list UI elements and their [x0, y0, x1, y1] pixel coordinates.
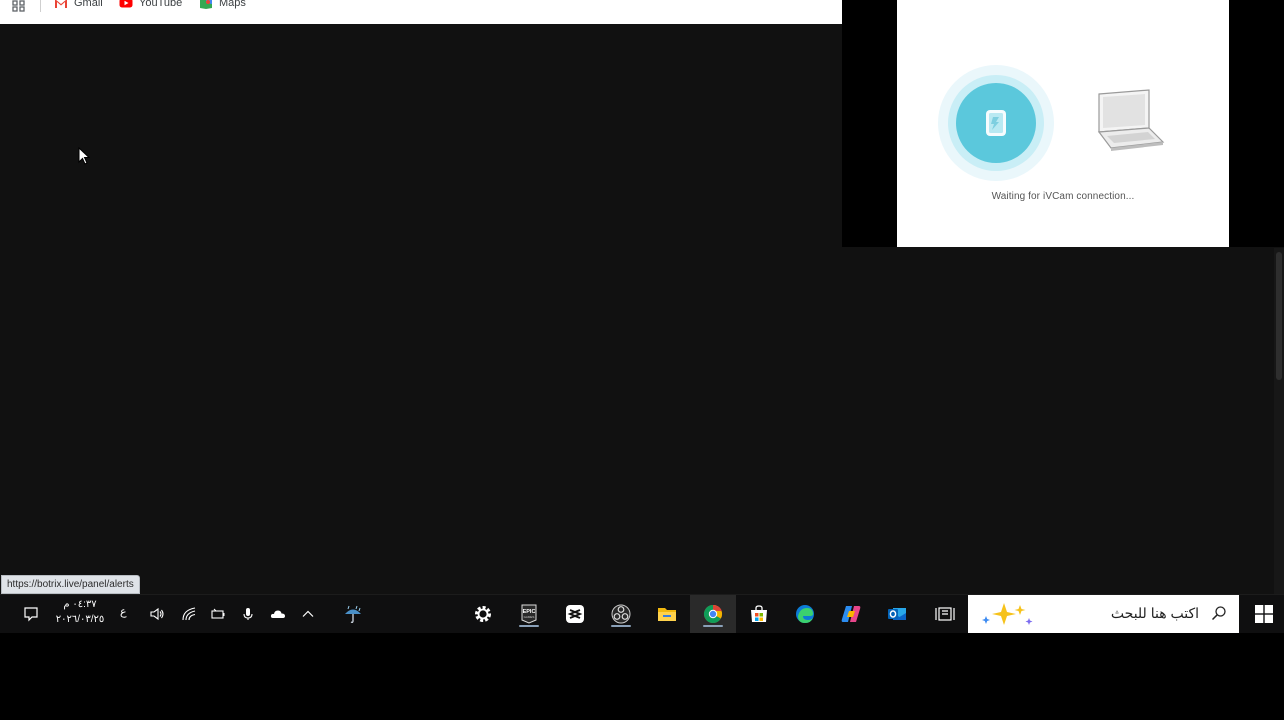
- microsoft-store-icon: [751, 605, 767, 622]
- page-scrollbar-thumb[interactable]: [1276, 252, 1282, 380]
- weather-widget[interactable]: [339, 601, 367, 627]
- clock-time: ٠٤:٣٧ م: [63, 599, 97, 610]
- sparkles-icon: [982, 603, 1033, 625]
- taskbar-app-capcut[interactable]: [561, 601, 589, 627]
- file-explorer-icon: [658, 608, 676, 621]
- taskbar-app-copilot[interactable]: [837, 601, 865, 627]
- network-button[interactable]: [175, 601, 203, 627]
- bookmark-label: Maps: [219, 0, 246, 9]
- edge-icon: [796, 605, 814, 623]
- capcut-icon: [566, 605, 584, 623]
- epic-games-icon: EPIC GAMES: [521, 604, 537, 624]
- onedrive-icon: [270, 610, 285, 618]
- weather-icon: [345, 605, 361, 623]
- svg-text:GAMES: GAMES: [524, 615, 535, 619]
- taskbar-app-edge[interactable]: [791, 601, 819, 627]
- windows-logo-icon: [1254, 605, 1273, 623]
- volume-button[interactable]: [143, 601, 171, 627]
- chrome-icon: [703, 604, 723, 624]
- microphone-icon: [243, 608, 253, 620]
- running-indicator: [703, 625, 723, 627]
- settings-icon: [475, 606, 491, 622]
- input-language-indicator[interactable]: ع: [120, 605, 127, 618]
- bookmarks-bar: Gmail YouTube Maps: [0, 0, 842, 24]
- battery-icon: [211, 608, 225, 619]
- bookmark-maps[interactable]: Maps: [199, 0, 246, 9]
- laptop-icon: [1097, 89, 1165, 151]
- gmail-icon: [55, 0, 67, 8]
- taskbar-app-epic-games[interactable]: EPIC GAMES: [515, 601, 543, 627]
- outlook-icon: [888, 608, 906, 620]
- apps-grid-icon[interactable]: [12, 0, 26, 12]
- bookmark-label: Gmail: [74, 0, 103, 9]
- volume-icon: [150, 607, 164, 621]
- taskbar-app-file-explorer[interactable]: [653, 601, 681, 627]
- taskbar-app-chrome[interactable]: [699, 601, 727, 627]
- notification-icon: [24, 607, 38, 622]
- clock-date: ٢٠٢٦/٠٣/٢٥: [55, 614, 105, 625]
- taskbar-app-obs[interactable]: [607, 601, 635, 627]
- start-button[interactable]: [1243, 595, 1284, 633]
- ivcam-window: Waiting for iVCam connection...: [897, 0, 1229, 247]
- obs-icon: [611, 604, 631, 624]
- taskbar-search-box[interactable]: اكتب هنا للبحث: [968, 595, 1239, 633]
- taskbar: ٠٤:٣٧ م ٢٠٢٦/٠٣/٢٥ ع EPIC GAMES اكتب هنا…: [0, 594, 1284, 633]
- bookmark-youtube[interactable]: YouTube: [119, 0, 182, 9]
- onedrive-button[interactable]: [264, 601, 292, 627]
- search-icon: [1211, 606, 1226, 621]
- bookmark-separator: [40, 0, 41, 12]
- bookmark-label: YouTube: [139, 0, 183, 9]
- youtube-icon: [119, 0, 133, 8]
- search-placeholder: اكتب هنا للبحث: [1110, 605, 1199, 621]
- bookmark-gmail[interactable]: Gmail: [54, 0, 103, 9]
- show-hidden-icons-button[interactable]: [294, 601, 322, 627]
- task-view-button[interactable]: [931, 601, 959, 627]
- notification-center-button[interactable]: [17, 601, 45, 627]
- maps-icon: [200, 0, 212, 9]
- ivcam-status-text: Waiting for iVCam connection...: [991, 191, 1135, 202]
- battery-button[interactable]: [204, 601, 232, 627]
- taskbar-app-microsoft-store[interactable]: [745, 601, 773, 627]
- microphone-button[interactable]: [234, 601, 262, 627]
- copilot-icon: [841, 606, 861, 622]
- link-status-url: https://botrix.live/panel/alerts: [1, 575, 140, 594]
- taskbar-clock[interactable]: ٠٤:٣٧ م ٢٠٢٦/٠٣/٢٥: [48, 597, 112, 627]
- task-view-icon: [935, 607, 955, 621]
- taskbar-app-outlook[interactable]: [883, 601, 911, 627]
- taskbar-app-settings[interactable]: [469, 601, 497, 627]
- mouse-cursor-icon: [78, 147, 90, 165]
- chevron-up-icon: [302, 610, 314, 617]
- running-indicator: [611, 625, 631, 627]
- network-icon: [182, 607, 196, 621]
- phone-signal-icon: [938, 65, 1054, 181]
- running-indicator: [519, 625, 539, 627]
